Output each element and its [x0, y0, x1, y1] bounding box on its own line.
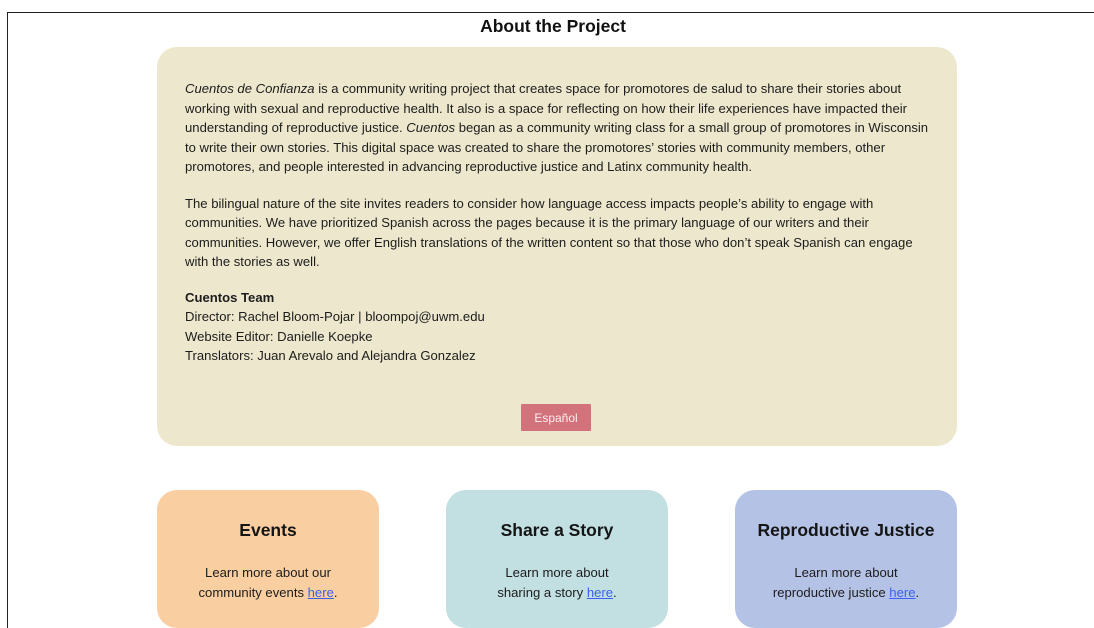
share-story-description-period: .: [613, 584, 617, 600]
team-heading: Cuentos Team: [185, 289, 275, 305]
team-director: Director: Rachel Bloom-Pojar | bloompoj@…: [185, 309, 485, 324]
events-card: Events Learn more about our community eve…: [157, 490, 379, 628]
share-story-description: Learn more about sharing a story here.: [446, 563, 668, 602]
events-description-line-1: Learn more about our: [205, 565, 331, 580]
about-section: Cuentos de Confianza is a community writ…: [157, 47, 957, 446]
share-story-here-link[interactable]: here: [587, 585, 613, 600]
events-title: Events: [239, 520, 297, 540]
share-story-card: Share a Story Learn more about sharing a …: [446, 490, 668, 628]
page-title: About the Project: [480, 16, 626, 36]
team-credits: Cuentos Team Director: Rachel Bloom-Poja…: [185, 288, 929, 366]
share-story-title: Share a Story: [500, 520, 614, 540]
events-description: Learn more about our community events her…: [157, 563, 379, 602]
reproductive-justice-card: Reproductive Justice Learn more about rep…: [735, 490, 957, 628]
share-story-description-line-2: sharing a story: [497, 584, 587, 600]
reproductive-justice-description-line-2: reproductive justice: [772, 584, 890, 600]
reproductive-justice-title: Reproductive Justice: [757, 520, 935, 540]
team-translators: Translators: Juan Arevalo and Alejandra …: [185, 348, 476, 363]
reproductive-justice-description-line-1: Learn more about: [794, 565, 898, 580]
reproductive-justice-description: Learn more about reproductive justice her…: [735, 563, 957, 602]
events-here-link[interactable]: here: [308, 585, 334, 600]
spanish-language-button[interactable]: Español: [521, 404, 591, 431]
about-paragraph-2: The bilingual nature of the site invites…: [185, 195, 913, 270]
reproductive-justice-here-link[interactable]: here: [889, 585, 915, 600]
events-description-period: .: [333, 584, 338, 600]
project-short-name: Cuentos: [406, 120, 456, 135]
events-description-line-2: community events: [198, 584, 308, 600]
share-story-description-line-1: Learn more about: [505, 565, 609, 580]
team-editor: Website Editor: Danielle Koepke: [185, 328, 373, 344]
project-name: Cuentos de Confianza: [185, 81, 315, 96]
reproductive-justice-description-period: .: [915, 584, 920, 600]
about-paragraph-1: Cuentos de Confianza is a community writ…: [185, 79, 929, 177]
